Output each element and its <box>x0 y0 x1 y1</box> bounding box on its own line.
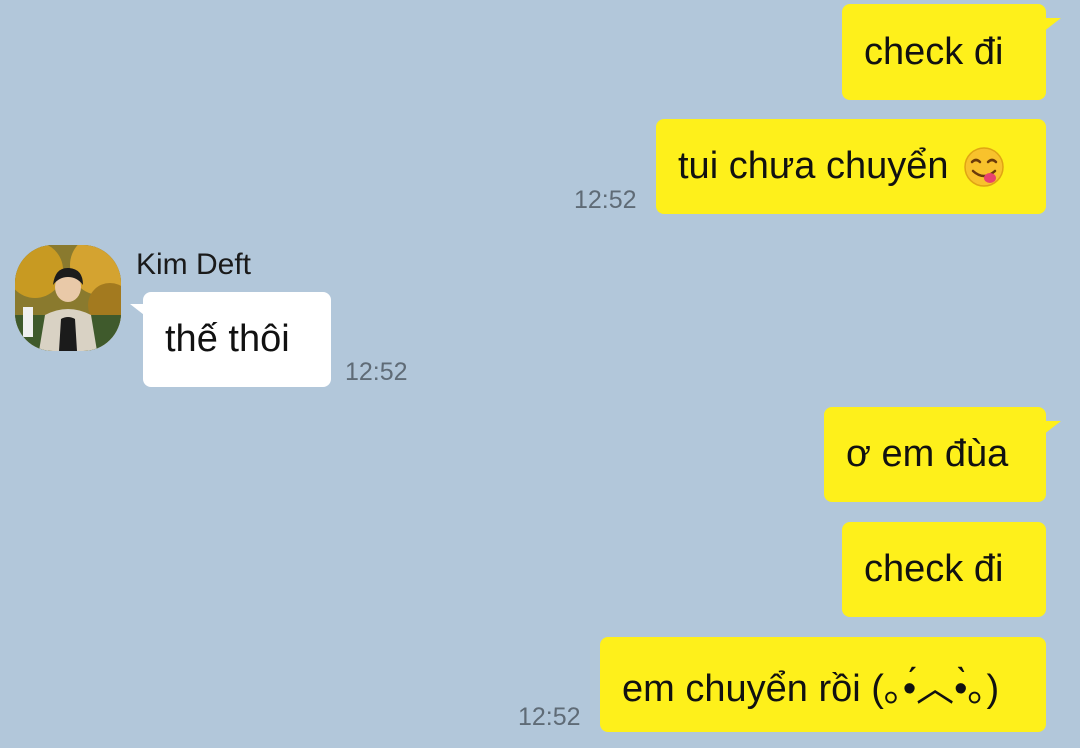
bubble-tail <box>1043 421 1061 435</box>
sender-name: Kim Deft <box>136 248 252 281</box>
message-text: ơ em đùa <box>846 433 1009 475</box>
message-bubble-outgoing[interactable]: em chuyển rồi (｡•́︿•̀｡) <box>600 637 1046 732</box>
message-text: thế thôi <box>165 318 290 360</box>
message-text: check đi <box>864 548 1004 590</box>
message-bubble-outgoing[interactable]: check đi <box>842 4 1046 100</box>
message-bubble-incoming[interactable]: thế thôi <box>143 292 331 387</box>
message-text: tui chưa chuyển <box>678 145 949 187</box>
message-bubble-outgoing[interactable]: tui chưa chuyển <box>656 119 1046 214</box>
message-bubble-outgoing[interactable]: ơ em đùa <box>824 407 1046 502</box>
avatar-photo <box>15 245 121 351</box>
message-timestamp: 12:52 <box>574 186 637 214</box>
message-bubble-outgoing[interactable]: check đi <box>842 522 1046 617</box>
message-timestamp: 12:52 <box>345 358 408 386</box>
contact-avatar[interactable] <box>15 245 121 351</box>
bubble-tail <box>1043 18 1061 32</box>
message-text: check đi <box>864 30 1004 73</box>
savoring-face-emoji-icon <box>963 146 1004 187</box>
message-text: em chuyển rồi (｡•́︿•̀｡) <box>622 668 1000 710</box>
message-timestamp: 12:52 <box>518 703 581 731</box>
